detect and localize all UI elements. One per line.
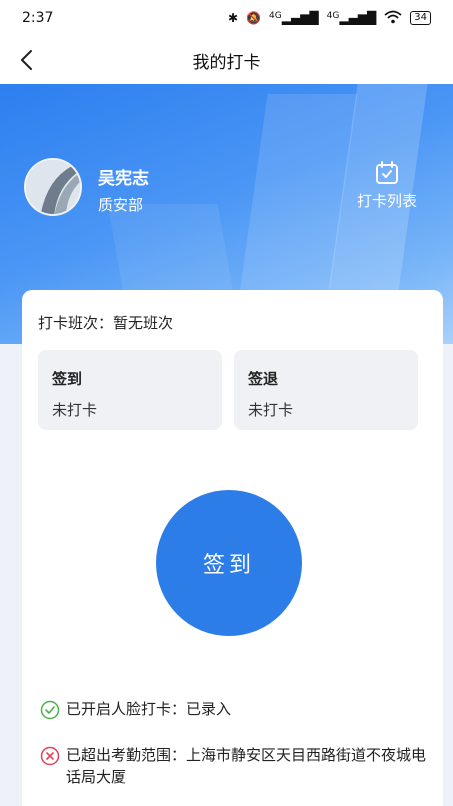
network-label: 4G [269,11,282,21]
chevron-left-icon [21,50,32,70]
avatar [24,158,82,216]
checkin-list-label: 打卡列表 [356,192,417,210]
user-department: 质安部 [98,196,144,214]
nav-bar: 我的打卡 [0,36,453,84]
status-icons: ✱ 🔕 4G▂▄▆█ 4G▂▄▆█ 34 [228,10,431,27]
wifi-icon [384,10,402,27]
battery-icon: 34 [410,11,431,25]
calendar-check-icon [376,161,398,184]
mute-icon: 🔕 [246,11,262,25]
face-checkin-text: 已开启人脸打卡：已录入 [66,700,232,718]
checkin-button[interactable]: 签到 [156,490,302,636]
shift-value: 暂无班次 [113,314,174,332]
checkin-tile-status: 未打卡 [52,401,98,419]
user-name: 吴宪志 [98,169,149,189]
shift-label: 打卡班次： [38,314,114,332]
checkin-card: 打卡班次：暂无班次 签到 未打卡 签退 未打卡 签到 已开启人脸打卡：已录入 已… [22,290,443,806]
status-bar: 2:37 ✱ 🔕 4G▂▄▆█ 4G▂▄▆█ 34 [0,0,453,36]
checkin-tile: 签到 未打卡 [38,350,222,430]
checkout-tile-title: 签退 [248,370,279,388]
bluetooth-icon: ✱ [228,11,239,25]
network-label-2: 4G [326,11,340,21]
signal-icon: 4G▂▄▆█ [269,11,319,25]
checkout-tile: 签退 未打卡 [234,350,418,430]
back-button[interactable] [12,46,40,74]
check-circle-icon [40,700,60,720]
checkout-tile-status: 未打卡 [248,401,294,419]
signal-icon-2: 4G▂▄▆█ [326,11,377,25]
face-checkin-note: 已开启人脸打卡：已录入 [40,698,426,720]
battery-level: 34 [414,12,427,23]
shift-row: 打卡班次：暂无班次 [38,312,173,333]
error-circle-icon [40,746,60,766]
page-title: 我的打卡 [192,52,261,73]
out-of-range-text: 已超出考勤范围：上海市静安区天目西路街道不夜城电话局大厦 [66,746,427,786]
out-of-range-note: 已超出考勤范围：上海市静安区天目西路街道不夜城电话局大厦 [40,744,426,788]
checkin-tile-title: 签到 [52,370,83,388]
checkin-list-link[interactable]: 打卡列表 [347,160,427,211]
clock: 2:37 [22,10,54,26]
